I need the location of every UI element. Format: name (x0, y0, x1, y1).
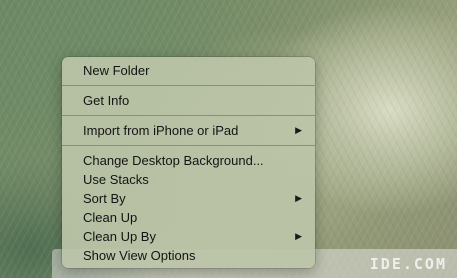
menu-item-new-folder[interactable]: New Folder (62, 61, 315, 80)
menu-item-label: Get Info (83, 93, 130, 108)
menu-item-label: Use Stacks (83, 172, 149, 187)
desktop-context-menu: New Folder Get Info Import from iPhone o… (62, 57, 315, 268)
menu-item-label: New Folder (83, 63, 150, 78)
menu-separator (62, 85, 315, 86)
menu-item-get-info[interactable]: Get Info (62, 91, 315, 110)
submenu-arrow-icon: ▶ (295, 231, 302, 241)
menu-item-sort-by[interactable]: Sort By ▶ (62, 189, 315, 208)
menu-item-show-view-options[interactable]: Show View Options (62, 246, 315, 265)
menu-item-clean-up-by[interactable]: Clean Up By ▶ (62, 227, 315, 246)
menu-item-clean-up[interactable]: Clean Up (62, 208, 315, 227)
menu-item-import-from-iphone[interactable]: Import from iPhone or iPad ▶ (62, 121, 315, 140)
menu-item-label: Change Desktop Background... (83, 153, 264, 168)
menu-item-label: Clean Up (83, 210, 138, 225)
menu-item-label: Import from iPhone or iPad (83, 123, 239, 138)
menu-item-label: Sort By (83, 191, 126, 206)
menu-separator (62, 145, 315, 146)
menu-separator (62, 115, 315, 116)
menu-item-use-stacks[interactable]: Use Stacks (62, 170, 315, 189)
menu-item-label: Clean Up By (83, 229, 156, 244)
submenu-arrow-icon: ▶ (295, 193, 302, 203)
menu-item-change-desktop-background[interactable]: Change Desktop Background... (62, 151, 315, 170)
menu-item-label: Show View Options (83, 248, 196, 263)
submenu-arrow-icon: ▶ (295, 125, 302, 135)
watermark-text: IDE.COM (369, 255, 447, 273)
